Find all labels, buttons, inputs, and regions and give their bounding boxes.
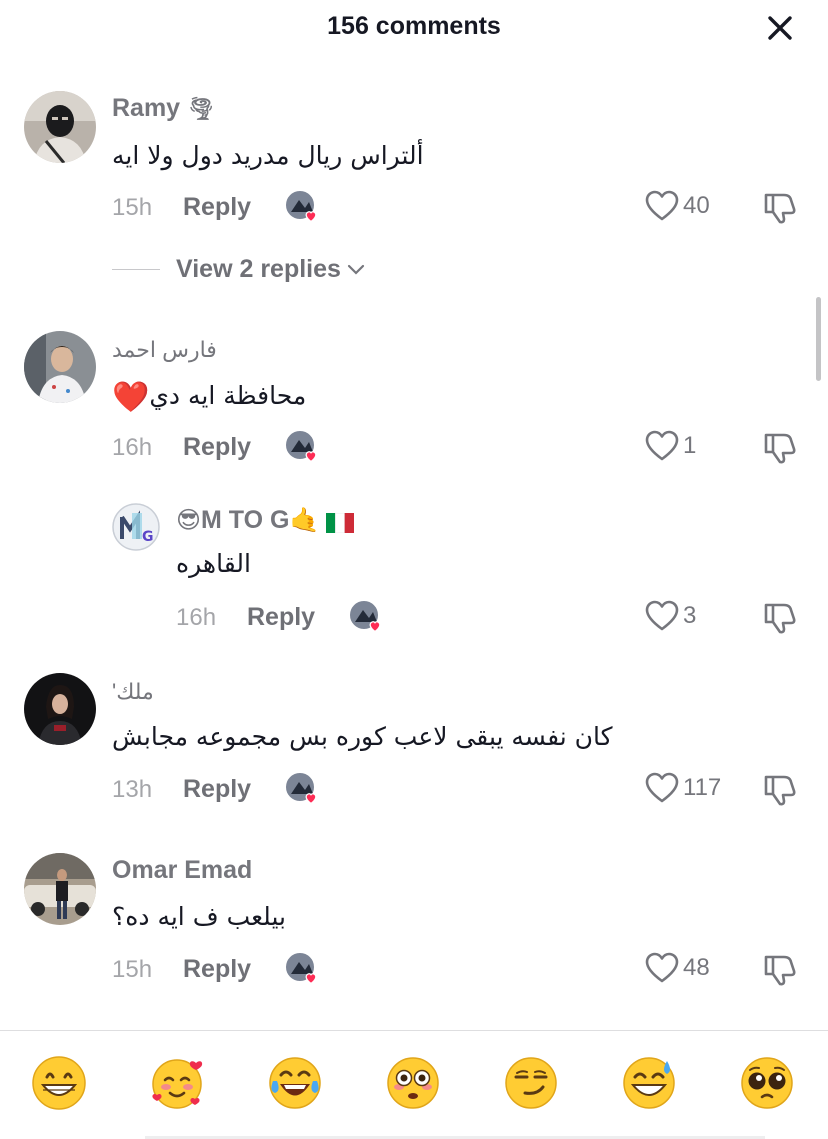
username[interactable]: Ramy 🌪 <box>112 94 215 123</box>
heart-outline-icon <box>645 952 679 983</box>
heart-outline-icon <box>645 430 679 461</box>
divider-line <box>112 269 160 270</box>
emoji-grin-button[interactable] <box>31 1055 87 1111</box>
like-button[interactable]: 117 <box>645 772 721 804</box>
emoji-smirk-button[interactable] <box>503 1055 559 1111</box>
dislike-icon[interactable] <box>762 951 798 987</box>
heart-outline-icon <box>645 600 679 631</box>
like-button[interactable]: 40 <box>645 190 710 222</box>
comments-header: 156 comments <box>0 0 828 56</box>
comment-text: القاهره <box>176 549 251 578</box>
creator-liked-badge <box>283 950 321 988</box>
username[interactable]: ملك' <box>112 679 154 705</box>
heart-outline-icon <box>645 772 679 803</box>
creator-liked-badge <box>283 428 321 466</box>
like-count: 48 <box>683 954 710 981</box>
comment-text: ألتراس ريال مدريد دول ولا ايه <box>112 141 424 170</box>
dislike-icon[interactable] <box>762 429 798 465</box>
close-icon[interactable] <box>762 10 798 46</box>
like-count: 3 <box>683 602 697 629</box>
comment-time: 13h <box>112 776 153 803</box>
scrollbar[interactable] <box>816 297 821 381</box>
like-count: 40 <box>683 192 710 219</box>
comment-time: 16h <box>112 434 153 461</box>
heart-outline-icon <box>645 190 679 221</box>
dislike-icon[interactable] <box>762 189 798 225</box>
creator-liked-badge <box>283 770 321 808</box>
avatar[interactable] <box>24 331 96 403</box>
creator-liked-badge <box>283 188 321 226</box>
like-count: 1 <box>683 432 697 459</box>
emoji-tears-of-joy-button[interactable] <box>267 1055 323 1111</box>
avatar[interactable] <box>24 673 96 745</box>
emoji-grin-sweat-button[interactable] <box>621 1055 677 1111</box>
sunglasses-emoji-icon: 😎 <box>176 507 202 534</box>
comment-text: ❤️محافظة ايه دي <box>112 380 307 415</box>
username[interactable]: Omar Emad <box>112 856 252 885</box>
avatar[interactable]: G <box>112 503 160 551</box>
like-count: 117 <box>683 774 722 801</box>
comment-text: بيلعب ف ايه ده؟ <box>112 902 286 931</box>
italy-flag-icon <box>326 511 355 534</box>
like-button[interactable]: 3 <box>645 600 696 632</box>
emoji-flushed-button[interactable] <box>385 1055 441 1111</box>
emoji-smiling-hearts-button[interactable] <box>149 1055 205 1111</box>
comment-time: 15h <box>112 956 153 983</box>
username[interactable]: فارس احمد <box>112 337 217 363</box>
emoji-quick-bar <box>0 1031 828 1139</box>
dislike-icon[interactable] <box>762 771 798 807</box>
comment-time: 15h <box>112 194 153 221</box>
heart-emoji-icon: ❤️ <box>112 380 150 415</box>
emoji-pleading-button[interactable] <box>739 1055 795 1111</box>
view-replies-button[interactable]: View 2 replies <box>112 255 365 284</box>
comments-count-title: 156 comments <box>327 12 501 40</box>
creator-liked-badge <box>347 598 385 636</box>
reply-button[interactable]: Reply <box>183 955 251 984</box>
avatar[interactable] <box>24 91 96 163</box>
reply-button[interactable]: Reply <box>183 193 251 222</box>
reply-button[interactable]: Reply <box>247 603 315 632</box>
comment-text: كان نفسه يبقى لاعب كوره بس مجموعه مجابش <box>112 722 613 751</box>
username[interactable]: 😎M TO G🤙 <box>176 506 355 535</box>
chevron-down-icon <box>347 264 365 275</box>
like-button[interactable]: 48 <box>645 952 710 984</box>
svg-text:G: G <box>142 529 154 545</box>
dislike-icon[interactable] <box>762 599 798 635</box>
avatar[interactable] <box>24 853 96 925</box>
reply-button[interactable]: Reply <box>183 433 251 462</box>
like-button[interactable]: 1 <box>645 430 696 462</box>
call-me-hand-emoji-icon: 🤙 <box>289 507 320 534</box>
view-replies-label: View 2 replies <box>176 255 341 283</box>
comment-time: 16h <box>176 604 217 631</box>
reply-button[interactable]: Reply <box>183 775 251 804</box>
tornado-icon: 🌪 <box>187 96 215 121</box>
